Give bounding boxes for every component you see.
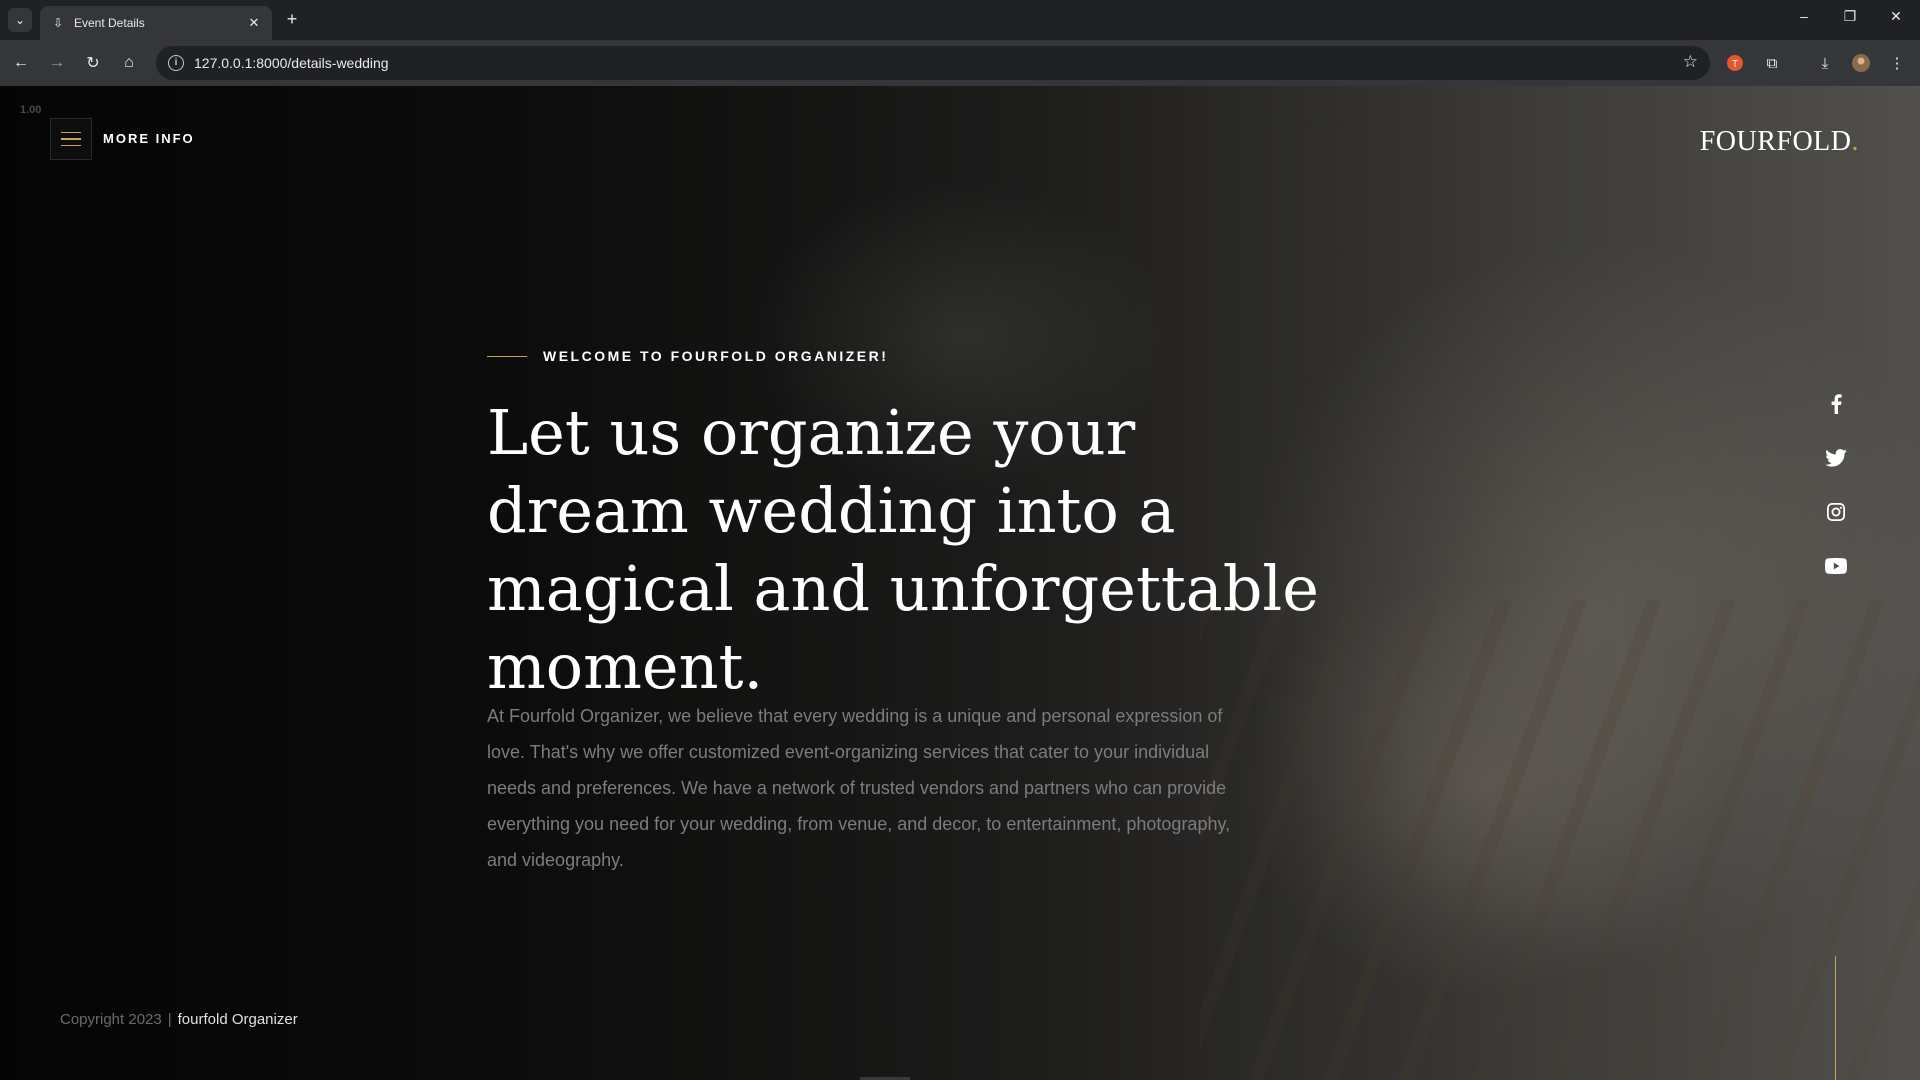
browser-menu-icon[interactable]: ⋮	[1886, 52, 1908, 74]
url-text[interactable]: 127.0.0.1:8000/details-wedding	[194, 55, 389, 71]
tab-close-icon[interactable]: ✕	[246, 15, 262, 31]
new-tab-button[interactable]: +	[282, 9, 302, 29]
download-icon[interactable]: ⤓	[1814, 52, 1836, 74]
scroll-accent-line	[1835, 956, 1836, 1080]
more-info-link[interactable]: MORE INFO	[103, 131, 195, 146]
back-button[interactable]: ←	[10, 52, 32, 74]
tab-favicon-icon: ⇩	[52, 16, 64, 30]
tagline: WELCOME TO FOURFOLD ORGANIZER!	[487, 348, 888, 364]
logo-dot: .	[1851, 126, 1859, 157]
minimize-button[interactable]: –	[1792, 8, 1816, 24]
browser-tab[interactable]: ⇩ Event Details ✕	[40, 6, 272, 40]
instagram-icon[interactable]	[1822, 498, 1850, 526]
copyright-text: Copyright 2023	[60, 1011, 162, 1028]
home-button[interactable]: ⌂	[118, 52, 140, 74]
hero-headline: Let us organize your dream wedding into …	[487, 396, 1319, 703]
profile-avatar[interactable]	[1850, 52, 1872, 74]
forward-button[interactable]: →	[46, 52, 68, 74]
youtube-icon[interactable]	[1822, 552, 1850, 580]
hero-description: At Fourfold Organizer, we believe that e…	[487, 706, 1231, 870]
tab-strip: ⌄ ⇩ Event Details ✕ + – ❐ ✕	[0, 0, 1920, 40]
logo-text: FOURFOLD	[1699, 126, 1852, 157]
twitter-icon[interactable]	[1822, 444, 1850, 472]
extensions-puzzle-icon[interactable]: ⧉	[1761, 52, 1783, 74]
tab-title: Event Details	[74, 16, 145, 30]
browser-toolbar: ← → ↻ ⌂ i 127.0.0.1:8000/details-wedding…	[0, 40, 1920, 86]
facebook-icon[interactable]	[1822, 390, 1850, 418]
extension-icon[interactable]: T	[1724, 52, 1746, 74]
hamburger-menu-icon[interactable]	[50, 118, 92, 160]
tagline-divider	[487, 355, 527, 357]
copyright-separator: |	[167, 1011, 172, 1028]
site-logo[interactable]: FOURFOLD.	[1700, 126, 1859, 158]
tab-search-button[interactable]: ⌄	[8, 8, 32, 32]
svg-text:T: T	[1732, 59, 1738, 70]
bookmark-star-icon[interactable]: ☆	[1683, 52, 1698, 72]
site-info-icon[interactable]: i	[168, 55, 184, 71]
zoom-indicator: 1.00	[20, 104, 42, 116]
close-window-button[interactable]: ✕	[1884, 8, 1908, 25]
copyright: Copyright 2023 | fourfold Organizer	[60, 1011, 298, 1028]
reload-button[interactable]: ↻	[82, 52, 104, 74]
restore-button[interactable]: ❐	[1838, 8, 1862, 25]
tagline-text: WELCOME TO FOURFOLD ORGANIZER!	[543, 348, 889, 364]
address-bar[interactable]: i 127.0.0.1:8000/details-wedding ☆	[156, 46, 1710, 80]
page-viewport: 1.00 MORE INFO FOURFOLD. WELCOME TO FOUR…	[0, 86, 1920, 1080]
copyright-brand: fourfold Organizer	[177, 1011, 298, 1028]
